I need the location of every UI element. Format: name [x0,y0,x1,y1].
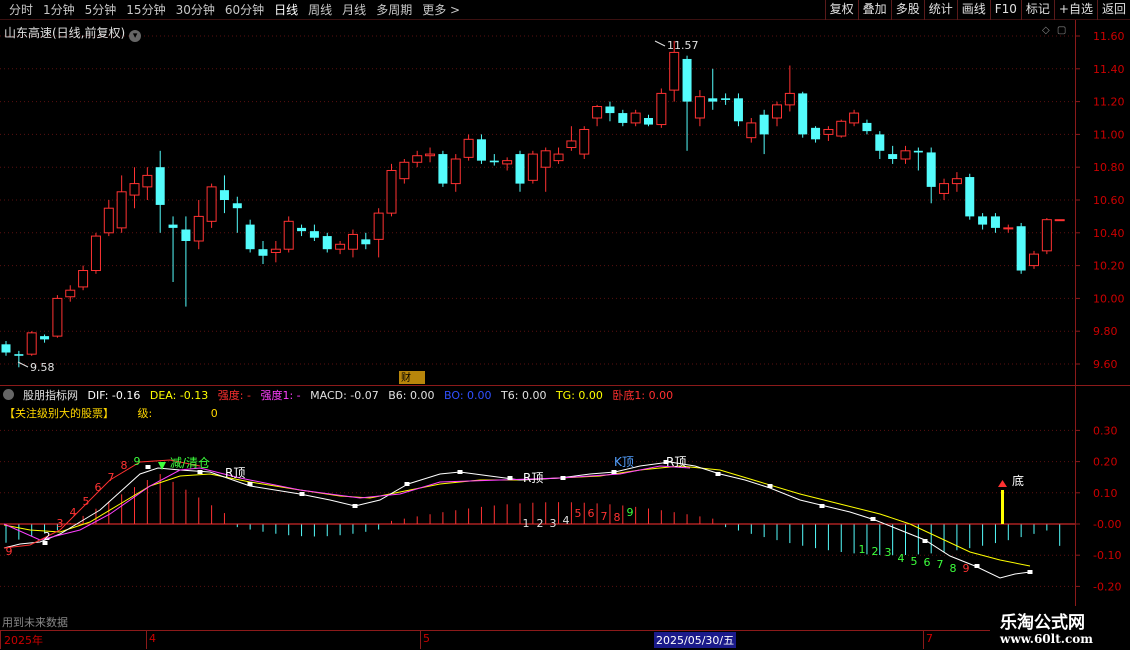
level-key: 级: [137,407,153,420]
count-label: 3 [57,517,64,530]
bottom-arrow-icon [998,480,1007,487]
ind-tick-label: -0.20 [1093,580,1121,593]
count-label: 2 [537,517,544,530]
indicator-name[interactable]: 股朋指标网 [23,389,78,402]
macd-value: MACD: -0.07 [310,389,379,402]
dif-marker [767,484,773,488]
window-icon[interactable]: ▢ [1057,25,1066,36]
count-label: 1 [859,543,866,556]
date-tick [0,631,1,649]
count-label: 4 [898,552,905,565]
watermark: 乐淘公式网 www.60lt.com [990,606,1130,650]
indicator-menu-icon[interactable] [3,389,14,400]
dif-marker [819,504,825,508]
count-label: 5 [83,495,90,508]
r-top-label-2: R顶 [523,471,543,485]
count-label: 9 [134,455,141,468]
t6-value: T6: 0.00 [501,389,547,402]
count-label: 6 [95,481,102,494]
dif-marker [352,504,358,508]
dif-marker [507,476,513,480]
chevron-down-icon[interactable]: ▾ [129,30,142,42]
future-data-note: 用到未来数据 [2,616,68,629]
wodi-value: 卧底1: 0.00 [612,389,674,402]
focus-label-row: 【关注级别大的股票】 级: 0 [4,405,218,421]
dif-marker [299,492,305,496]
count-label: 1 [523,517,530,530]
count-label: 6 [588,507,595,520]
dif-marker [560,476,566,480]
watermark-url: www.60lt.com [1000,632,1093,646]
ind-tick-label: -0.00 [1093,518,1121,531]
date-tick [923,631,924,649]
strength1-value: 强度1: - [260,389,301,402]
dif-marker [922,539,928,543]
count-label: 2 [872,545,879,558]
level-value: 0 [210,407,218,420]
panel-divider[interactable] [0,385,1130,386]
r-top-label-3: R顶 [666,455,686,469]
reduce-label: 减/清仓 [170,456,210,470]
price-axis-border [1075,20,1076,630]
dif-marker [404,482,410,486]
date-tick [420,631,421,649]
dif-marker [145,465,151,469]
dif-marker [715,472,721,476]
dea-value: DEA: -0.13 [149,389,209,402]
panel-icons: ◇ ▢ [1042,25,1066,36]
count-label: 9 [6,545,13,558]
dif-marker [974,564,980,568]
diamond-icon[interactable]: ◇ [1042,25,1050,36]
dif-marker [247,482,253,486]
ind-tick-label: 0.20 [1093,456,1118,469]
kline-panel: 山东高速(日线,前复权) ▾ ◇ ▢ [0,20,1130,385]
count-label: 5 [911,555,918,568]
count-label: 6 [924,556,931,569]
dif-marker [457,470,463,474]
date-tick [146,631,147,649]
bottom-signal-bar [1001,490,1004,524]
ind-tick-label: -0.10 [1093,549,1121,562]
dif-marker [197,470,203,474]
dif-marker [1027,570,1033,574]
stock-title[interactable]: 山东高速(日线,前复权) ▾ [4,24,142,42]
count-label: 2 [44,530,51,543]
count-label: 3 [550,517,557,530]
count-label: 9 [963,562,970,575]
count-label: 4 [70,506,77,519]
date-year: 2025年 [4,634,43,647]
dif-marker [611,470,617,474]
count-label: 7 [601,510,608,523]
r-top-label-1: R顶 [225,466,245,480]
strength-value: 强度: - [217,389,251,402]
count-label: 7 [937,558,944,571]
focus-label: 【关注级别大的股票】 [4,407,114,420]
date-selected: 2025/05/30/五 [654,632,737,648]
bottom-label: 底 [1012,473,1024,488]
count-label: 9 [627,506,634,519]
count-label: 3 [885,546,892,559]
count-label: 8 [950,562,957,575]
dif-marker [870,517,876,521]
date-month-4: 4 [149,632,156,645]
bo-value: BO: 0.00 [444,389,492,402]
date-month-7: 7 [926,632,933,645]
count-label: 4 [563,514,570,527]
date-axis: 2025年 4 5 2025/05/30/五 7 [0,630,1130,650]
tg-value: TG: 0.00 [555,389,603,402]
count-label: 7 [108,471,115,484]
ind-tick-label: 0.30 [1093,424,1118,437]
count-label: 5 [575,507,582,520]
count-label: 8 [121,459,128,472]
dif-value: DIF: -0.16 [87,389,141,402]
date-month-5: 5 [423,632,430,645]
stock-title-text: 山东高速(日线,前复权) [4,26,126,40]
strength-line [3,459,201,549]
count-label: 8 [614,511,621,524]
watermark-title: 乐淘公式网 [1000,613,1085,633]
ind-tick-label: 0.10 [1093,487,1118,500]
indicator-header: 股朋指标网 DIF: -0.16 DEA: -0.13 强度: - 强度1: -… [0,387,1075,403]
b6-value: B6: 0.00 [388,389,435,402]
k-top-label: K顶 [614,455,634,469]
